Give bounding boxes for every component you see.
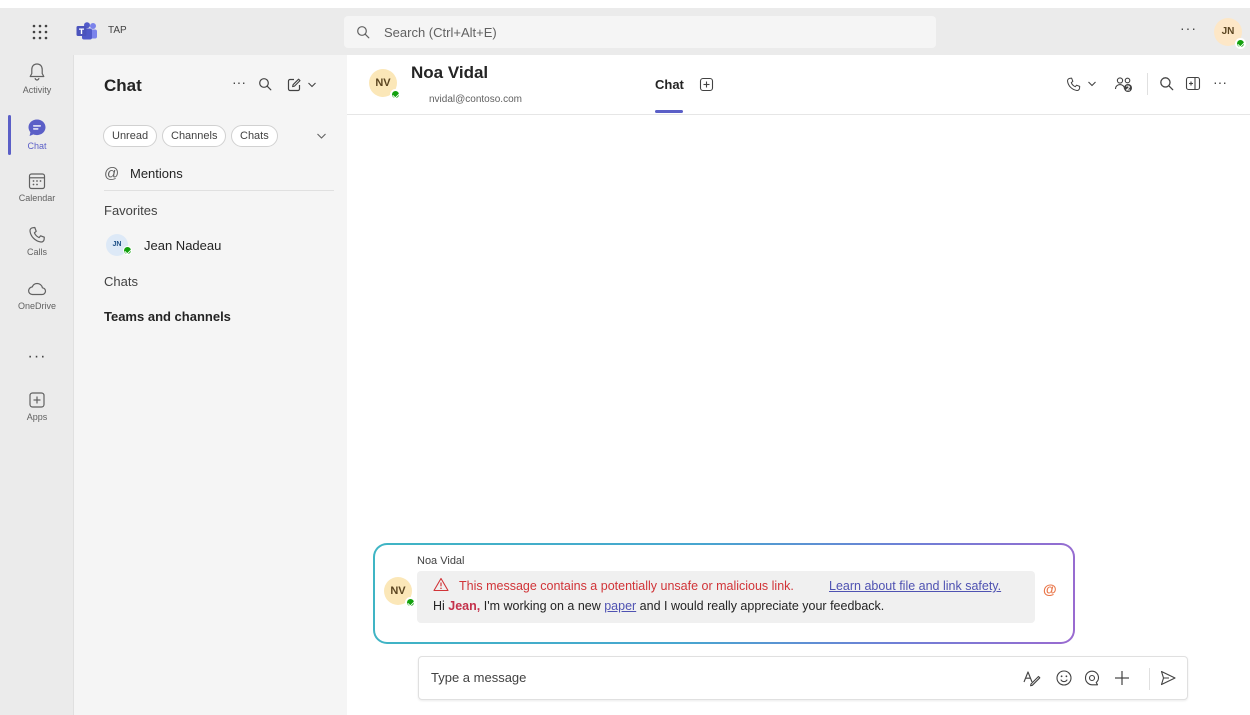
rail-item-calls[interactable]: Calls [0, 225, 74, 275]
people-icon[interactable]: 2 [1114, 76, 1134, 93]
rail-item-calendar[interactable]: Calendar [0, 171, 74, 221]
org-label: TAP [108, 25, 127, 36]
message-card-body: Noa Vidal NV This message contains a pot… [375, 545, 1073, 642]
rail-label-apps: Apps [26, 412, 48, 422]
app-launcher-icon[interactable] [28, 20, 52, 44]
avatar-initials: NV [375, 77, 391, 89]
rail-item-apps[interactable]: Apps [0, 390, 74, 440]
settings-more-button[interactable]: ··· [1180, 20, 1197, 36]
learn-link-safety-link[interactable]: Learn about file and link safety. [829, 579, 1001, 593]
mention-jean[interactable]: Jean, [448, 599, 480, 613]
add-tab-icon[interactable] [699, 77, 714, 92]
calendar-icon [0, 171, 74, 191]
message-list: Noa Vidal NV This message contains a pot… [347, 115, 1250, 715]
avatar-initials: JN [112, 241, 122, 248]
rail-label-calendar: Calendar [18, 193, 56, 203]
chat-list-title: Chat [104, 76, 142, 95]
more-apps-button[interactable]: ··· [0, 348, 74, 366]
cloud-icon [0, 279, 74, 299]
paper-link[interactable]: paper [604, 599, 636, 613]
conversation-header: NV Noa Vidal nvidal@contoso.com Chat 2 ·… [347, 55, 1250, 115]
unsafe-link-warning: This message contains a potentially unsa… [459, 579, 794, 593]
call-phone-icon[interactable] [1065, 76, 1082, 93]
composer-divider [1149, 668, 1150, 690]
filter-chip-chats[interactable]: Chats [231, 125, 278, 147]
message-card: Noa Vidal NV This message contains a pot… [373, 543, 1075, 644]
send-icon[interactable] [1159, 669, 1177, 687]
message-text-prefix: Hi [433, 599, 449, 613]
new-chat-icon[interactable] [286, 77, 302, 93]
rail-item-activity[interactable]: Activity [0, 61, 74, 111]
user-initials: JN [1221, 26, 1235, 37]
chat-icon [0, 117, 74, 139]
emoji-icon[interactable] [1055, 669, 1073, 687]
chat-item-jean-nadeau[interactable]: JN Jean Nadeau [100, 230, 336, 260]
message-text-middle: I'm working on a new [480, 599, 605, 613]
app-rail: Activity Chat Calendar Calls OneDrive ··… [0, 55, 74, 715]
find-in-chat-search-icon[interactable] [1159, 76, 1174, 91]
bell-icon [0, 61, 74, 83]
title-bar: TAP Search (Ctrl+Alt+E) ··· JN [0, 8, 1250, 55]
search-placeholder: Search (Ctrl+Alt+E) [384, 25, 497, 40]
contact-name[interactable]: Noa Vidal [411, 63, 488, 83]
avatar-initials: NV [390, 585, 406, 597]
svg-text:2: 2 [1126, 85, 1131, 93]
header-divider [1147, 73, 1148, 95]
mention-indicator-icon: @ [1043, 581, 1057, 597]
rail-item-chat[interactable]: Chat [0, 117, 74, 167]
loop-component-icon[interactable] [1083, 669, 1101, 687]
chats-section-header[interactable]: Chats [104, 274, 138, 289]
contact-avatar[interactable]: NV [369, 69, 401, 100]
chat-list-search-icon[interactable] [258, 77, 272, 91]
compose-input-placeholder[interactable]: Type a message [431, 670, 526, 685]
message-composer[interactable]: Type a message [418, 656, 1188, 700]
search-icon [356, 25, 370, 39]
chat-item-name: Jean Nadeau [144, 238, 222, 253]
filter-chip-unread[interactable]: Unread [103, 125, 158, 147]
presence-available-icon [1235, 38, 1246, 49]
tab-chat[interactable]: Chat [655, 77, 684, 92]
teams-logo-icon [76, 22, 98, 40]
rail-item-onedrive[interactable]: OneDrive [0, 279, 74, 329]
chevron-down-icon[interactable] [307, 81, 317, 89]
pop-out-chat-icon[interactable] [1185, 76, 1201, 91]
filter-chevron-down-icon[interactable] [316, 132, 327, 140]
add-attachment-icon[interactable] [1113, 669, 1131, 687]
tab-active-indicator [655, 110, 683, 113]
rail-label-chat: Chat [27, 141, 47, 151]
rail-label-calls: Calls [26, 247, 47, 257]
avatar: JN [106, 234, 132, 256]
contact-email: nvidal@contoso.com [429, 94, 522, 105]
presence-available-icon [123, 246, 132, 255]
rail-label-activity: Activity [22, 85, 52, 95]
chat-list-more-button[interactable]: ··· [232, 74, 246, 90]
call-options-chevron-icon[interactable] [1087, 80, 1097, 88]
message-sender-name: Noa Vidal [417, 555, 465, 567]
mentions-label: Mentions [130, 166, 183, 181]
add-square-icon [0, 390, 74, 410]
presence-available-icon [390, 89, 401, 100]
at-mention-icon: @ [104, 165, 120, 182]
conversation-more-button[interactable]: ··· [1213, 74, 1227, 90]
rail-label-onedrive: OneDrive [17, 301, 56, 311]
filter-chip-channels[interactable]: Channels [162, 125, 227, 147]
presence-available-icon [405, 597, 416, 608]
search-box[interactable]: Search (Ctrl+Alt+E) [344, 16, 936, 48]
favorites-section-header[interactable]: Favorites [104, 203, 157, 218]
teams-section-header[interactable]: Teams and channels [104, 309, 231, 324]
phone-icon [0, 225, 74, 245]
message-text: Hi Jean, I'm working on a new paper and … [433, 599, 884, 613]
format-text-icon[interactable] [1021, 669, 1041, 687]
user-avatar[interactable]: JN [1214, 18, 1246, 49]
warning-triangle-icon [433, 577, 449, 592]
message-sender-avatar[interactable]: NV [384, 577, 416, 608]
chat-list-pane: Chat ··· Unread Channels Chats @ Mention… [74, 55, 347, 715]
mentions-item[interactable]: @ Mentions [104, 163, 334, 191]
message-text-suffix: and I would really appreciate your feedb… [636, 599, 885, 613]
message-bubble[interactable]: This message contains a potentially unsa… [417, 571, 1035, 623]
